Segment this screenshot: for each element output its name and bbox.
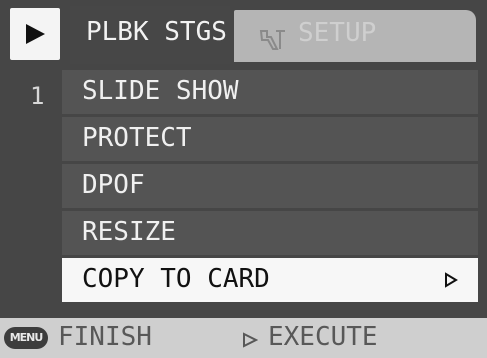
play-triangle-icon	[26, 24, 45, 44]
tab-playback-settings-label: PLBK STGS	[86, 17, 227, 47]
tab-playback-settings[interactable]: PLBK STGS	[70, 6, 230, 64]
wrench-icon	[259, 30, 285, 50]
menu-item-label: RESIZE	[82, 217, 176, 247]
menu-item-label: DPOF	[82, 170, 145, 200]
playback-mode-tab[interactable]	[10, 8, 60, 60]
menu-item-label: COPY TO CARD	[82, 264, 270, 294]
execute-label: EXECUTE	[268, 322, 378, 352]
page-number: 1	[30, 82, 45, 110]
camera-screen: PLBK STGS SETUP 1 SLIDE SHOW PROTECT DPO…	[0, 0, 487, 358]
menu-item-slide-show[interactable]: SLIDE SHOW	[62, 70, 478, 114]
tab-setup[interactable]: SETUP	[234, 10, 476, 62]
finish-label: FINISH	[58, 322, 152, 352]
menu-item-label: PROTECT	[82, 123, 192, 153]
footer-bar: MENU FINISH EXECUTE	[0, 318, 487, 358]
menu-item-label: SLIDE SHOW	[82, 76, 239, 106]
menu-item-resize[interactable]: RESIZE	[62, 211, 478, 255]
menu-item-copy-to-card[interactable]: COPY TO CARD	[62, 258, 478, 302]
menu-button-icon[interactable]: MENU	[4, 327, 48, 349]
right-arrow-icon	[243, 332, 258, 348]
menu-panel: PLBK STGS SETUP 1 SLIDE SHOW PROTECT DPO…	[0, 0, 487, 358]
tab-bar: PLBK STGS SETUP	[0, 0, 487, 64]
tab-setup-label: SETUP	[298, 18, 377, 48]
menu-item-protect[interactable]: PROTECT	[62, 117, 478, 161]
right-arrow-icon	[445, 272, 458, 288]
menu-item-dpof[interactable]: DPOF	[62, 164, 478, 208]
